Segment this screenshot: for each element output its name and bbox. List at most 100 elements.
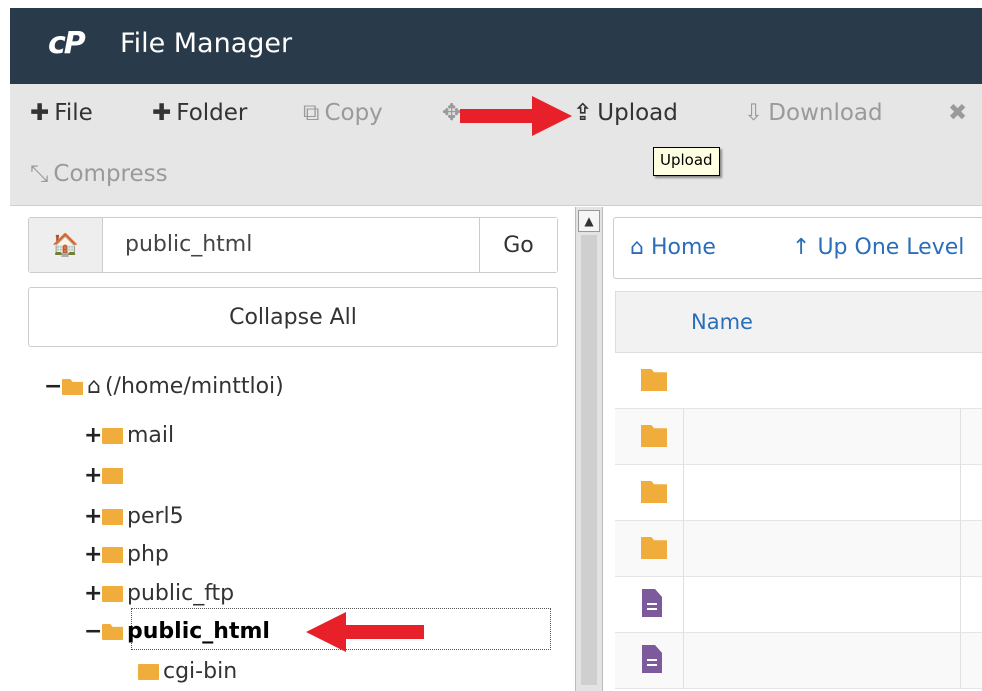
table-row[interactable] bbox=[615, 577, 982, 633]
new-file-button[interactable]: ✚ File bbox=[30, 100, 93, 126]
compress-label: Compress bbox=[53, 161, 168, 187]
level-up-icon: ↑ bbox=[792, 235, 818, 260]
tree-item-php[interactable]: + php bbox=[84, 540, 169, 570]
table-row[interactable] bbox=[615, 409, 982, 465]
file-nav-bar: ⌂ Home ↑ Up One Level bbox=[613, 217, 982, 279]
copy-label: Copy bbox=[324, 100, 383, 126]
expand-toggle[interactable]: + bbox=[84, 579, 102, 609]
folder-open-icon bbox=[62, 379, 83, 395]
table-header: Name bbox=[615, 291, 982, 353]
cell-divider bbox=[960, 409, 961, 465]
arrow-shaft bbox=[460, 109, 540, 123]
collapse-all-button[interactable]: Collapse All bbox=[28, 287, 558, 347]
go-button[interactable]: Go bbox=[479, 218, 557, 272]
file-table: Name bbox=[615, 291, 982, 691]
path-input[interactable]: public_html bbox=[125, 232, 252, 257]
cell-divider bbox=[960, 465, 961, 521]
home-link-label: Home bbox=[650, 235, 716, 260]
home-icon: ⌂ bbox=[87, 374, 101, 399]
table-row[interactable] bbox=[615, 521, 982, 577]
cell-divider bbox=[960, 521, 961, 577]
folder-icon bbox=[102, 547, 123, 563]
expand-toggle[interactable]: + bbox=[84, 502, 102, 532]
copy-icon: ⧉ bbox=[303, 100, 320, 126]
tree-item-label: php bbox=[127, 542, 169, 567]
home-link[interactable]: ⌂ Home bbox=[630, 235, 716, 260]
expand-toggle[interactable]: + bbox=[84, 421, 102, 451]
tree-item-cgi-bin[interactable]: cgi-bin bbox=[138, 657, 237, 687]
tree-item-public-html[interactable]: − public_html bbox=[84, 617, 270, 647]
new-file-label: File bbox=[54, 100, 93, 126]
cell-divider bbox=[960, 633, 961, 689]
delete-button[interactable]: ✖ bbox=[948, 100, 972, 126]
cell-divider bbox=[683, 521, 684, 577]
collapse-toggle[interactable]: − bbox=[44, 372, 62, 402]
plus-icon: ✚ bbox=[30, 100, 50, 126]
new-folder-label: Folder bbox=[176, 100, 248, 126]
table-row[interactable] bbox=[615, 465, 982, 521]
tree-root[interactable]: − ⌂ (/home/minttloi) bbox=[44, 372, 284, 402]
folder-open-icon bbox=[102, 624, 123, 640]
cell-divider bbox=[683, 465, 684, 521]
folder-icon bbox=[102, 468, 123, 484]
pane-splitter-scrollbar[interactable]: ▲ bbox=[575, 207, 603, 691]
expand-toggle[interactable]: + bbox=[84, 461, 102, 491]
tree-item-perl5[interactable]: + perl5 bbox=[84, 502, 184, 532]
copy-button[interactable]: ⧉ Copy bbox=[303, 100, 383, 126]
compress-icon: ⤡ bbox=[30, 161, 49, 187]
up-one-level-label: Up One Level bbox=[817, 235, 965, 260]
folder-icon bbox=[641, 425, 667, 447]
annotation-arrow-upload bbox=[460, 96, 572, 136]
name-column-header[interactable]: Name bbox=[691, 310, 753, 334]
upload-button[interactable]: ⇪ Upload bbox=[573, 100, 678, 126]
tree-item-unnamed[interactable]: + bbox=[84, 461, 127, 491]
home-icon: ⌂ bbox=[630, 235, 651, 260]
document-icon bbox=[642, 645, 662, 673]
scroll-up-button[interactable]: ▲ bbox=[578, 210, 600, 232]
tree-item-label: perl5 bbox=[127, 504, 184, 529]
folder-icon bbox=[102, 586, 123, 602]
tree-item-label: public_html bbox=[127, 619, 270, 644]
path-bar: 🏠 public_html Go bbox=[28, 217, 558, 273]
tree-root-label: (/home/minttloi) bbox=[104, 374, 284, 399]
cell-divider bbox=[960, 577, 961, 633]
annotation-arrow-public-html bbox=[306, 612, 424, 652]
upload-tooltip: Upload bbox=[653, 147, 720, 176]
up-one-level-link[interactable]: ↑ Up One Level bbox=[792, 235, 964, 260]
tree-item-label: public_ftp bbox=[127, 581, 235, 606]
delete-icon: ✖ bbox=[948, 100, 968, 126]
table-row[interactable] bbox=[615, 353, 982, 409]
move-icon: ✥ bbox=[442, 100, 462, 126]
home-icon: 🏠 bbox=[51, 232, 80, 258]
cpanel-logo[interactable]: cP bbox=[48, 26, 86, 61]
collapse-toggle[interactable]: − bbox=[84, 617, 102, 647]
scrollbar-thumb[interactable] bbox=[581, 235, 597, 685]
cell-divider bbox=[683, 409, 684, 465]
app-title: File Manager bbox=[120, 28, 293, 59]
home-directory-button[interactable]: 🏠 bbox=[29, 218, 103, 272]
tree-item-label: mail bbox=[127, 423, 175, 448]
app-header: cP File Manager bbox=[10, 8, 982, 84]
folder-icon bbox=[641, 481, 667, 503]
folder-icon bbox=[641, 537, 667, 559]
upload-label: Upload bbox=[597, 100, 678, 126]
cell-divider bbox=[683, 633, 684, 689]
arrow-shaft bbox=[340, 625, 424, 639]
document-icon bbox=[642, 589, 662, 617]
caret-up-icon: ▲ bbox=[584, 214, 594, 228]
download-label: Download bbox=[768, 100, 883, 126]
file-list-pane: ⌂ Home ↑ Up One Level Name bbox=[603, 207, 982, 691]
tree-item-label: cgi-bin bbox=[163, 659, 238, 684]
tree-item-mail[interactable]: + mail bbox=[84, 421, 174, 451]
table-row[interactable] bbox=[615, 633, 982, 689]
folder-icon bbox=[641, 369, 667, 391]
download-icon: ⇩ bbox=[744, 100, 764, 126]
folder-icon bbox=[102, 509, 123, 525]
compress-button[interactable]: ⤡ Compress bbox=[30, 161, 168, 187]
tree-item-public-ftp[interactable]: + public_ftp bbox=[84, 579, 234, 609]
folder-icon bbox=[102, 428, 123, 444]
new-folder-button[interactable]: ✚ Folder bbox=[152, 100, 247, 126]
folder-icon bbox=[138, 664, 159, 680]
expand-toggle[interactable]: + bbox=[84, 540, 102, 570]
download-button[interactable]: ⇩ Download bbox=[744, 100, 883, 126]
